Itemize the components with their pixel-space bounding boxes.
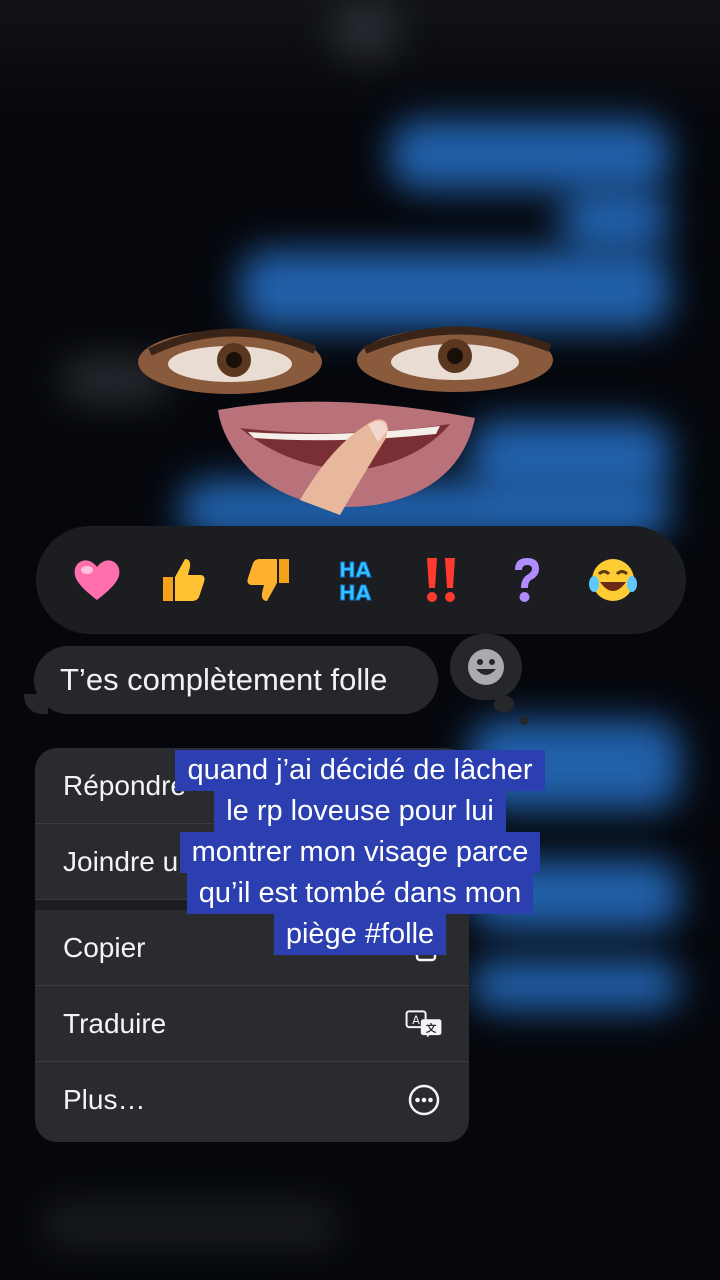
caption-line: qu’il est tombé dans mon bbox=[186, 873, 534, 914]
haha-icon[interactable]: HA HA bbox=[312, 537, 398, 623]
heart-icon[interactable] bbox=[54, 537, 140, 623]
emoji-bubble-dot bbox=[520, 716, 529, 725]
caption-line: montrer mon visage parce bbox=[179, 832, 541, 873]
reaction-bar: HA HA bbox=[36, 526, 686, 634]
translate-icon: A 文 bbox=[405, 1005, 443, 1043]
received-message-bubble[interactable]: T’es complètement folle bbox=[34, 646, 438, 714]
smiley-icon bbox=[468, 649, 504, 685]
message-text: T’es complètement folle bbox=[60, 662, 388, 697]
caption-line: le rp loveuse pour lui bbox=[214, 791, 506, 832]
thumbs-up-icon[interactable] bbox=[140, 537, 226, 623]
svg-text:文: 文 bbox=[425, 1021, 437, 1034]
caption-line: piège #folle bbox=[273, 914, 447, 955]
svg-text:HA: HA bbox=[339, 581, 372, 603]
face-cutout-image bbox=[138, 326, 553, 515]
menu-item-more[interactable]: Plus… bbox=[35, 1062, 469, 1138]
laughing-crying-face-icon[interactable] bbox=[570, 537, 656, 623]
more-options-icon bbox=[405, 1081, 443, 1119]
svg-text:A: A bbox=[412, 1014, 420, 1027]
caption-line: quand j’ai décidé de lâcher bbox=[175, 750, 545, 791]
question-mark-icon[interactable] bbox=[484, 537, 570, 623]
thumbs-down-icon[interactable] bbox=[226, 537, 312, 623]
svg-text:HA: HA bbox=[339, 558, 372, 582]
double-exclamation-icon[interactable] bbox=[398, 537, 484, 623]
add-emoji-button[interactable] bbox=[450, 634, 522, 700]
caption-overlay: quand j’ai décidé de lâcher le rp loveus… bbox=[0, 750, 720, 955]
menu-item-more-label: Plus… bbox=[63, 1084, 146, 1115]
menu-item-translate[interactable]: Traduire A 文 bbox=[35, 986, 469, 1062]
menu-item-translate-label: Traduire bbox=[63, 1007, 167, 1039]
